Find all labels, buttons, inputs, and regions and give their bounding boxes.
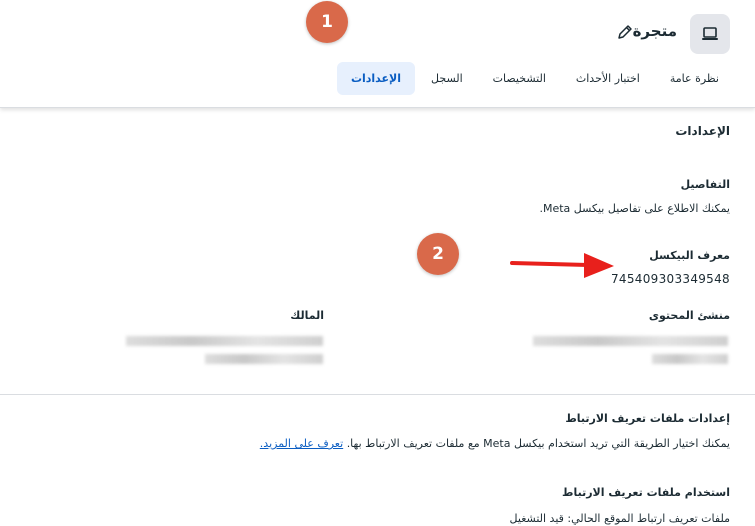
tab-diagnostics[interactable]: التشخيصات [479, 62, 560, 95]
tab-settings[interactable]: الإعدادات [336, 62, 416, 95]
cookie-settings-heading: إعدادات ملفات تعريف الارتباط [565, 412, 730, 425]
tab-test-events[interactable]: اختبار الأحداث [562, 62, 654, 95]
page-title: متجرة [632, 22, 677, 40]
details-text: يمكنك الاطلاع على تفاصيل بيكسل Meta. [539, 202, 730, 215]
annotation-badge-1: 1 [306, 1, 348, 43]
content-creator-label: منشئ المحتوى [648, 309, 730, 322]
owner-redacted-2 [205, 354, 323, 364]
learn-more-link[interactable]: تعرف على المزيد. [260, 437, 343, 450]
cookie-settings-description: يمكنك اختيار الطريقة التي تريد استخدام ب… [346, 437, 730, 450]
pixel-id-value: 745409303349548 [610, 272, 730, 286]
pencil-icon[interactable] [616, 23, 634, 41]
settings-heading: الإعدادات [675, 124, 730, 138]
laptop-icon [690, 14, 730, 54]
section-divider [0, 394, 755, 395]
pixel-id-label: معرف البيكسل [649, 249, 730, 262]
owner-label: المالك [290, 309, 324, 322]
annotation-badge-2: 2 [417, 233, 459, 275]
details-heading: التفاصيل [680, 178, 730, 191]
cookie-usage-text: ملفات تعريف ارتباط الموقع الحالي: قيد ال… [509, 512, 730, 525]
content-creator-redacted-2 [652, 354, 728, 364]
content-creator-redacted [533, 336, 728, 346]
cookie-settings-text: يمكنك اختيار الطريقة التي تريد استخدام ب… [260, 437, 730, 450]
owner-redacted [126, 336, 323, 346]
tab-bar: نظرة عامة اختبار الأحداث التشخيصات السجل… [335, 62, 733, 95]
cookie-usage-heading: استخدام ملفات تعريف الارتباط [562, 486, 730, 499]
tab-overview[interactable]: نظرة عامة [656, 62, 733, 95]
tab-history[interactable]: السجل [417, 62, 477, 95]
page-header: متجرة نظرة عامة اختبار الأحداث التشخيصات… [0, 0, 755, 108]
annotation-arrow [510, 253, 614, 278]
